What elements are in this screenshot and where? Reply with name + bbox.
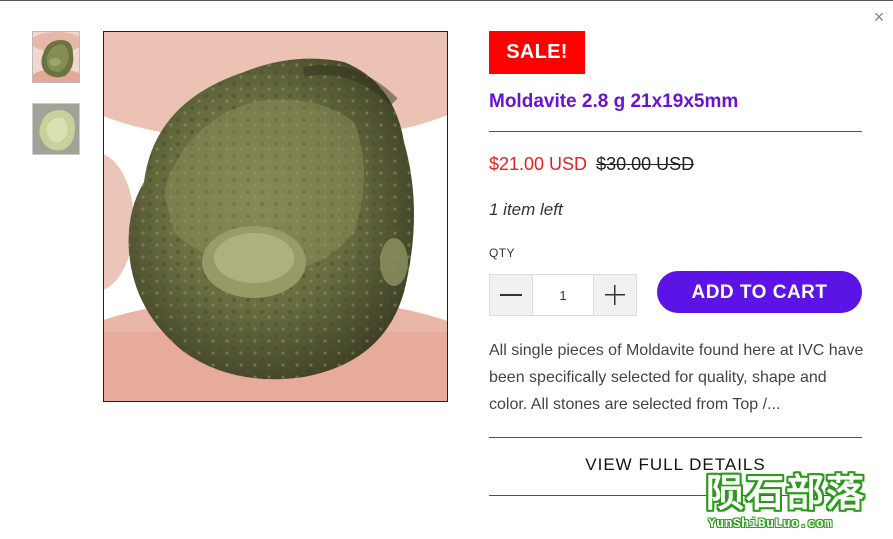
watermark-chinese-text: 陨石部落 (706, 473, 867, 515)
qty-label: QTY (489, 246, 515, 260)
top-border (0, 0, 893, 1)
product-main-image[interactable] (103, 31, 448, 402)
divider-top (489, 131, 862, 132)
price-row: $21.00 USD $30.00 USD (489, 152, 694, 176)
close-icon[interactable]: × (870, 8, 888, 26)
watermark-url-text: YunShiBuLuo.com (708, 516, 833, 531)
thumbnail-2[interactable] (32, 103, 80, 155)
site-watermark: 陨石部落 YunShiBuLuo.com (706, 472, 886, 534)
moldavite-photo (104, 32, 447, 401)
compare-at-price: $30.00 USD (596, 154, 695, 174)
product-description: All single pieces of Moldavite found her… (489, 342, 864, 413)
plus-icon (605, 285, 625, 305)
thumbnail-1[interactable] (32, 31, 80, 83)
decrease-quantity-button[interactable] (490, 275, 532, 315)
moldavite-backlit-thumbnail-image (33, 104, 79, 154)
divider-middle (489, 437, 862, 438)
minus-icon (500, 294, 522, 296)
sale-badge: SALE! (489, 31, 585, 74)
quantity-input[interactable] (532, 275, 594, 315)
product-title[interactable]: Moldavite 2.8 g 21x19x5mm (489, 90, 869, 114)
sale-price: $21.00 USD (489, 154, 588, 174)
increase-quantity-button[interactable] (594, 275, 636, 315)
add-to-cart-button[interactable]: ADD TO CART (657, 271, 862, 313)
quantity-stepper (489, 274, 637, 316)
stock-status: 1 item left (489, 200, 563, 219)
moldavite-thumbnail-image (33, 32, 79, 82)
